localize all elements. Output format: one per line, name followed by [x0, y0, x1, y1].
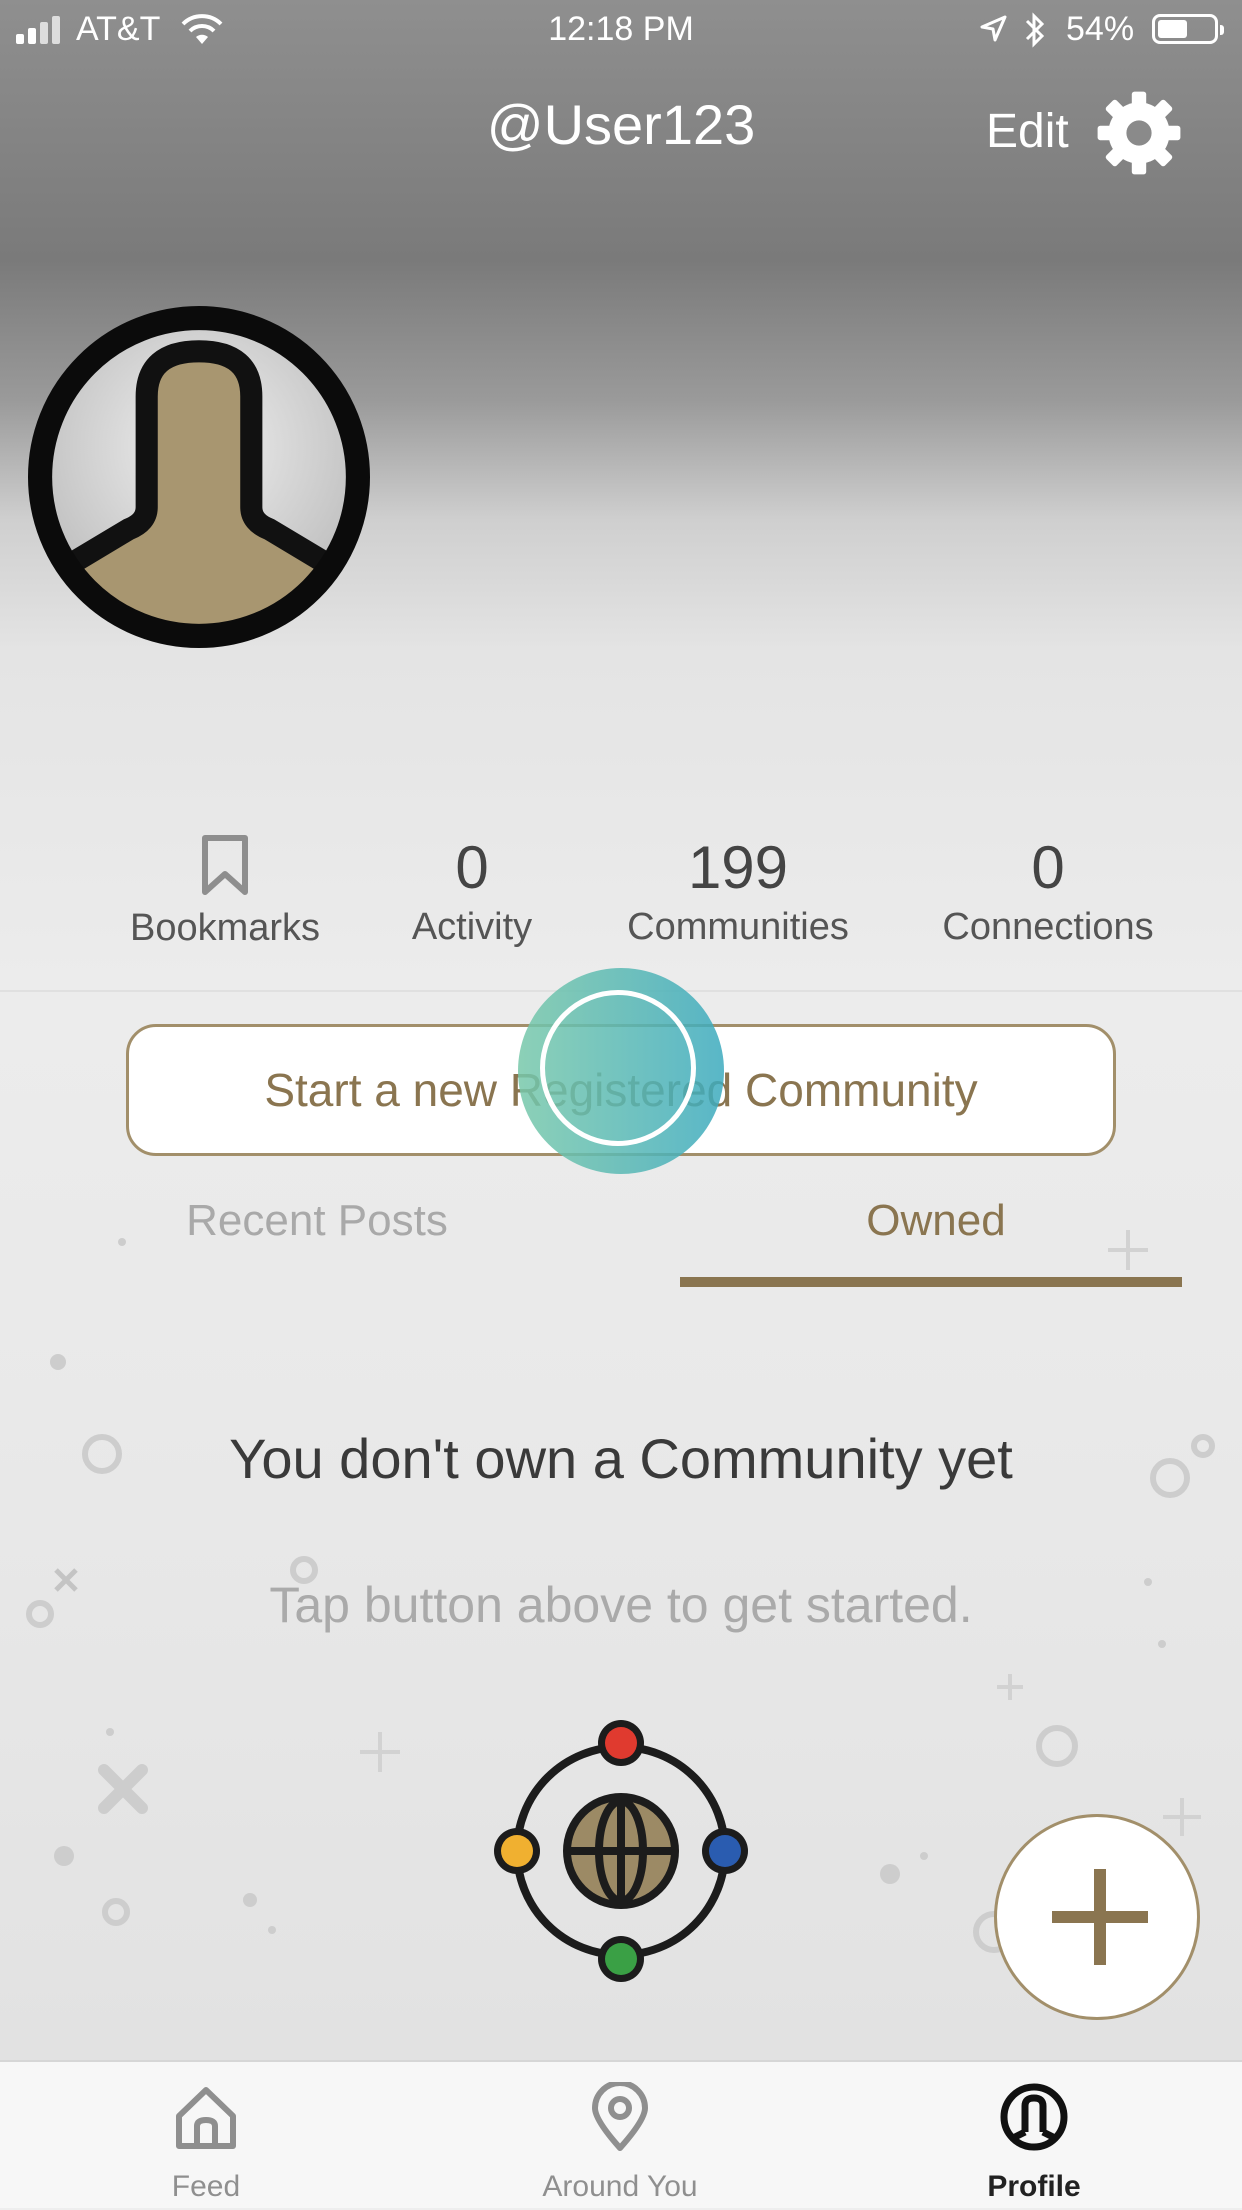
- touch-indicator: [518, 968, 724, 1174]
- edit-button[interactable]: Edit: [986, 104, 1069, 159]
- bookmarks-label: Bookmarks: [129, 907, 321, 949]
- active-tab-indicator: [680, 1277, 1182, 1287]
- home-icon: [176, 2087, 236, 2149]
- tab-around-you-label: Around You: [542, 2170, 698, 2203]
- tab-recent-posts[interactable]: Recent Posts: [0, 1196, 634, 1246]
- tab-profile-label: Profile: [987, 2170, 1081, 2203]
- tab-owned[interactable]: Owned: [680, 1196, 1192, 1246]
- tab-around-you[interactable]: Around You: [470, 2062, 770, 2210]
- battery-icon: [1152, 14, 1224, 44]
- tab-profile[interactable]: Profile: [884, 2062, 1184, 2210]
- connections-count: 0: [1031, 834, 1065, 901]
- empty-state-subtitle: Tap button above to get started.: [269, 1577, 973, 1633]
- community-globe-icon: [494, 1720, 748, 1982]
- profile-icon: [1000, 2083, 1068, 2151]
- bookmarks-stat[interactable]: Bookmarks: [110, 830, 340, 950]
- location-pin-icon: [592, 2082, 648, 2151]
- communities-stat[interactable]: 199 Communities: [608, 830, 868, 949]
- activity-stat[interactable]: 0 Activity: [372, 830, 572, 949]
- communities-count: 199: [687, 834, 789, 901]
- clock-label: 12:18 PM: [548, 10, 694, 48]
- connections-stat[interactable]: 0 Connections: [918, 830, 1178, 949]
- empty-state-title: You don't own a Community yet: [229, 1427, 1013, 1490]
- activity-label: Activity: [411, 906, 533, 948]
- bluetooth-icon: [1025, 12, 1045, 48]
- bottom-tab-bar: Feed Around You Profile: [0, 2060, 1242, 2208]
- add-floating-button[interactable]: [994, 1814, 1200, 2020]
- tab-feed[interactable]: Feed: [56, 2062, 356, 2210]
- status-bar: AT&T 12:18 PM 54%: [0, 0, 1242, 60]
- activity-count: 0: [455, 834, 489, 901]
- connections-label: Connections: [942, 906, 1154, 948]
- communities-label: Communities: [627, 906, 849, 948]
- location-arrow-icon: [980, 15, 1007, 42]
- avatar[interactable]: [28, 306, 370, 648]
- tab-feed-label: Feed: [171, 2170, 241, 2203]
- gear-icon[interactable]: [1094, 88, 1184, 178]
- bookmark-icon: [202, 835, 248, 895]
- battery-percent: 54%: [1066, 10, 1135, 48]
